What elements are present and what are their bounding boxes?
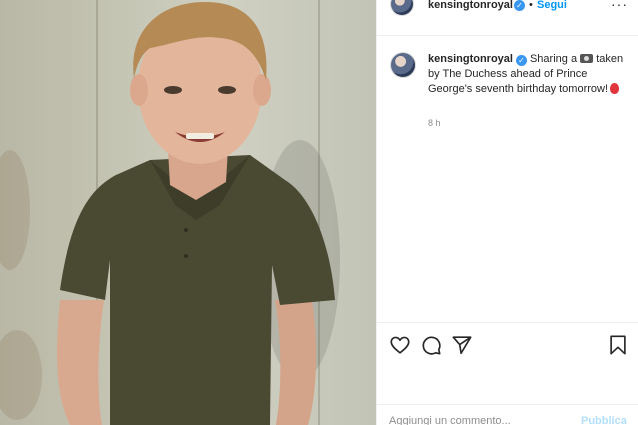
- verified-badge-icon: ✓: [515, 55, 527, 66]
- heart-icon[interactable]: [389, 334, 411, 356]
- more-options-icon[interactable]: ···: [611, 0, 628, 12]
- bookmark-icon[interactable]: [607, 334, 629, 356]
- post-header: kensingtonroyal ✓ • Segui ···: [377, 0, 638, 36]
- separator-dot: •: [529, 0, 533, 11]
- comment-bar: Pubblica: [377, 404, 638, 425]
- comment-input[interactable]: [389, 415, 569, 425]
- header-username[interactable]: kensingtonroyal: [428, 0, 513, 11]
- publish-button[interactable]: Pubblica: [581, 415, 627, 425]
- profile-avatar[interactable]: [390, 0, 414, 16]
- action-bar: [377, 322, 638, 368]
- post-timestamp[interactable]: 8 h: [428, 118, 441, 128]
- caption-avatar[interactable]: [390, 52, 416, 78]
- post-caption: kensingtonroyal ✓ Sharing a taken by The D…: [428, 52, 628, 97]
- caption-username[interactable]: kensingtonroyal: [428, 53, 513, 65]
- post-side-panel: kensingtonroyal ✓ • Segui ··· kensington…: [376, 0, 638, 425]
- verified-badge-icon: ✓: [514, 0, 525, 11]
- comment-bubble-icon[interactable]: [420, 334, 442, 356]
- balloon-emoji-icon: [610, 83, 620, 94]
- boy-illustration: [57, 2, 340, 425]
- follow-button[interactable]: Segui: [537, 0, 567, 11]
- post-photo[interactable]: [0, 0, 376, 425]
- paper-plane-icon[interactable]: [451, 334, 473, 356]
- camera-emoji-icon: [580, 54, 594, 63]
- caption-text-part-1: Sharing a: [529, 53, 578, 65]
